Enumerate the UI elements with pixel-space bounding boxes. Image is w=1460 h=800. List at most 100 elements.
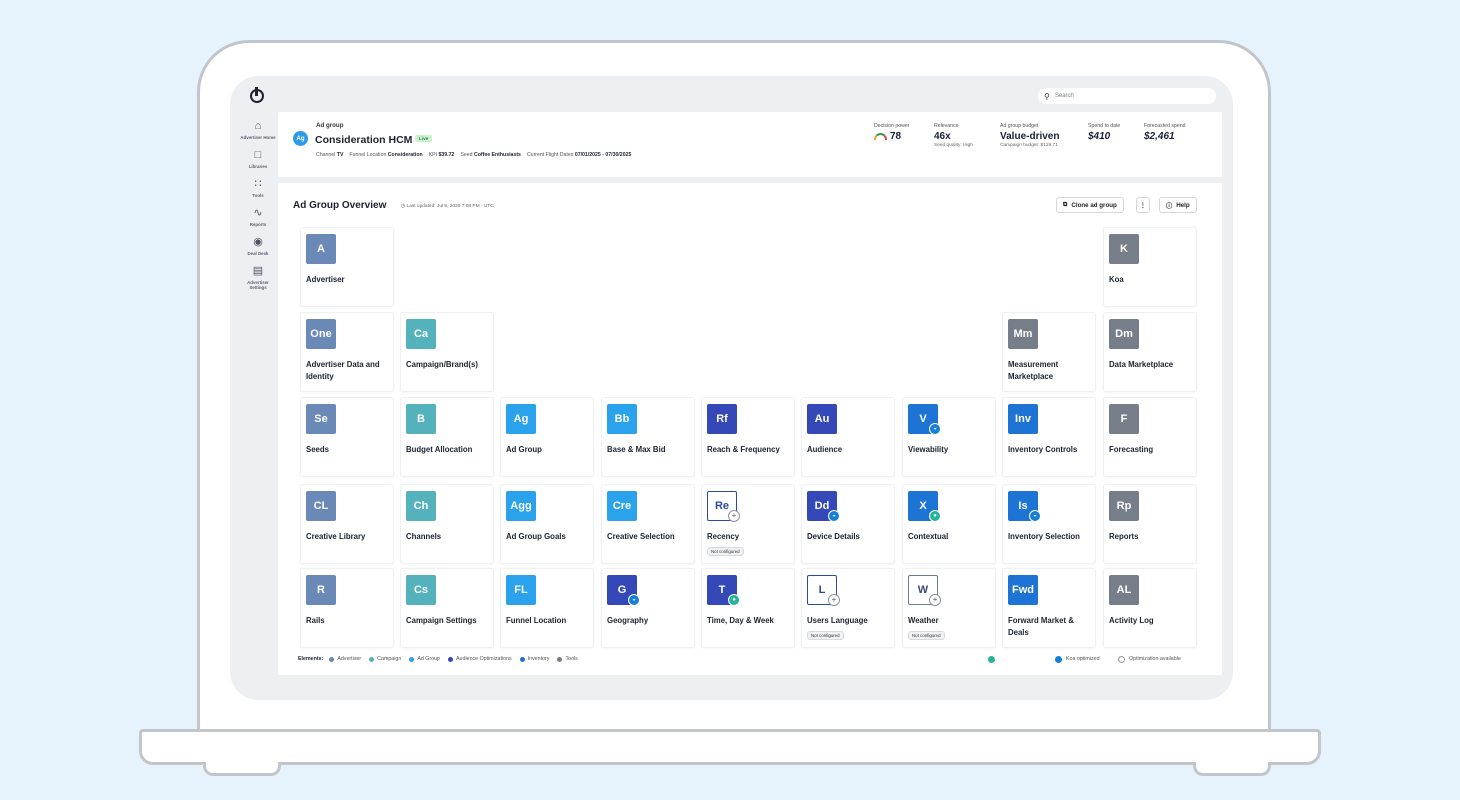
tile-creative-selection[interactable]: Cre Creative Selection [602,485,694,563]
tile-name: Base & Max Bid [607,445,666,454]
legend-item-inventory: Inventory [519,656,549,662]
sidebar-item-label: Reports [249,222,267,227]
tile-name: Advertiser [306,275,345,284]
tile-creative-library[interactable]: CL Creative Library [301,485,393,563]
tile-advertiser[interactable]: A Advertiser [301,228,393,306]
laptop-foot-right [1193,762,1271,776]
tile-name: Channels [406,532,442,541]
sidebar: ⌂ Advertiser Home □ Libraries ∷ Tools ∿ … [240,120,276,299]
clone-ad-group-button[interactable]: ⧉ Clone ad group [1056,197,1124,213]
tile-base-max-bid[interactable]: Bb Base & Max Bid [602,398,694,476]
tile-symbol: CL [306,491,336,521]
metric-budget: Ad group budget Value-driven Campaign bu… [1000,123,1059,148]
sidebar-item-advertiser-settings[interactable]: ▤ Advertiser Settings [240,265,276,290]
person-icon: ● [929,510,941,522]
meta-value: Consideration [387,152,423,158]
koa-optimized-icon: ◒ [828,510,840,522]
meta-value: TV [336,152,344,158]
metric-label: Spend to date [1088,123,1121,129]
legend-item-audience-optimizations: Audience Optimizations [448,656,512,662]
tile-reach-frequency[interactable]: Rf Reach & Frequency [702,398,794,476]
sidebar-item-deal-desk[interactable]: ◉ Deal Desk [240,236,276,256]
tile-recency[interactable]: Re + Recency Not configured [702,485,794,563]
tile-name: Creative Library [306,532,366,541]
metric-value: 78 [890,131,902,142]
page-title: Consideration HCM [315,134,413,146]
tile-name: Activity Log [1109,616,1154,625]
tile-name: Data Marketplace [1109,360,1174,369]
overview-title: Ad Group Overview [293,200,387,211]
tile-inventory-selection[interactable]: Is ◒ Inventory Selection [1003,485,1095,563]
tile-name: Recency [707,532,740,541]
legend-label: Ad Group [417,656,441,662]
sidebar-item-advertiser-home[interactable]: ⌂ Advertiser Home [240,120,276,140]
tile-name: Creative Selection [607,532,675,541]
metric-value: 46x [934,131,951,142]
tile-forward-market[interactable]: Fwd Forward Market & Deals [1003,569,1095,647]
tile-funnel-location[interactable]: FL Funnel Location [501,569,593,647]
tile-symbol: AL [1109,575,1139,605]
entity-type-label: Ad group [316,122,344,129]
tile-measurement[interactable]: Mm Measurement Marketplace [1003,313,1095,391]
last-updated: ◷ Last updated: Jul 8, 2025 7:08 PM - UT… [401,204,494,209]
tile-campaign-settings[interactable]: Cs Campaign Settings [401,569,493,647]
tile-koa[interactable]: K Koa [1104,228,1196,306]
tile-contextual[interactable]: X ● Contextual [903,485,995,563]
metric-relevance: Relevance 46x Seed quality: High [934,123,973,148]
tile-forecasting[interactable]: F Forecasting [1104,398,1196,476]
tile-reports[interactable]: Rp Reports [1104,485,1196,563]
tile-device-details[interactable]: Dd ◒ Device Details [802,485,894,563]
tile-symbol: Cs [406,575,436,605]
meta-flight: Current Flight Dates 07/01/2025 - 07/30/… [527,152,631,158]
metric-spend-to-date: Spend to date $410 [1088,123,1120,142]
tile-activity-log[interactable]: AL Activity Log [1104,569,1196,647]
tile-campaign-brand[interactable]: Ca Campaign/Brand(s) [401,313,493,391]
help-button[interactable]: ⓘ Help [1159,197,1197,213]
tile-name: Viewability [908,445,949,454]
search-icon: ⚲ [1044,91,1050,101]
legend-item-tools: Tools [557,656,578,662]
tile-viewability[interactable]: V ◒ Viewability [903,398,995,476]
chart-line-icon: ∿ [253,207,263,219]
sidebar-item-label: Libraries [248,164,268,169]
home-icon: ⌂ [254,120,262,132]
tile-ad-group-goals[interactable]: Agg Ad Group Goals [501,485,593,563]
tile-symbol: Dm [1109,319,1139,349]
tile-name: Campaign Settings [406,616,477,625]
metric-label: Forecasted spend [1144,123,1186,129]
more-options-button[interactable]: ⋮ [1136,197,1150,213]
tile-users-language[interactable]: L + Users Language Not configured [802,569,894,647]
tile-weather[interactable]: W + Weather Not configured [903,569,995,647]
tile-data-marketplace[interactable]: Dm Data Marketplace [1104,313,1196,391]
sidebar-item-libraries[interactable]: □ Libraries [240,149,276,169]
tile-name: Measurement Marketplace [1008,360,1059,381]
tile-name: Ad Group Goals [506,532,566,541]
tile-geography[interactable]: G ◒ Geography [602,569,694,647]
tile-advertiser-data[interactable]: One Advertiser Data and Identity [301,313,393,391]
tile-symbol: Ag [506,404,536,434]
app-logo-icon[interactable] [250,87,264,103]
tile-name: Koa [1109,275,1124,284]
person-icon: ● [728,594,740,606]
sidebar-item-reports[interactable]: ∿ Reports [240,207,276,227]
tile-seeds[interactable]: Se Seeds [301,398,393,476]
tile-budget-allocation[interactable]: B Budget Allocation [401,398,493,476]
metric-value: Value-driven [1000,131,1060,142]
tile-audience[interactable]: Au Audience [802,398,894,476]
tile-name: Device Details [807,532,860,541]
not-configured-badge: Not configured [807,631,844,640]
not-configured-badge: Not configured [707,547,744,556]
laptop-base [139,729,1321,765]
legend-label: Campaign [377,656,402,662]
meta-value: 07/01/2025 - 07/30/2025 [574,152,632,158]
sidebar-item-tools[interactable]: ∷ Tools [240,178,276,198]
tile-ad-group[interactable]: Ag Ad Group [501,398,593,476]
tile-symbol: Rf [707,404,737,434]
tile-inventory-controls[interactable]: Inv Inventory Controls [1003,398,1095,476]
meta-label: Funnel Location [349,152,387,158]
tile-channels[interactable]: Ch Channels [401,485,493,563]
search-input[interactable]: ⚲ Search [1038,88,1216,104]
tile-rails[interactable]: R Rails [301,569,393,647]
tile-time-day-week[interactable]: T ● Time, Day & Week [702,569,794,647]
sidebar-item-label: Advertiser Settings [247,280,269,290]
